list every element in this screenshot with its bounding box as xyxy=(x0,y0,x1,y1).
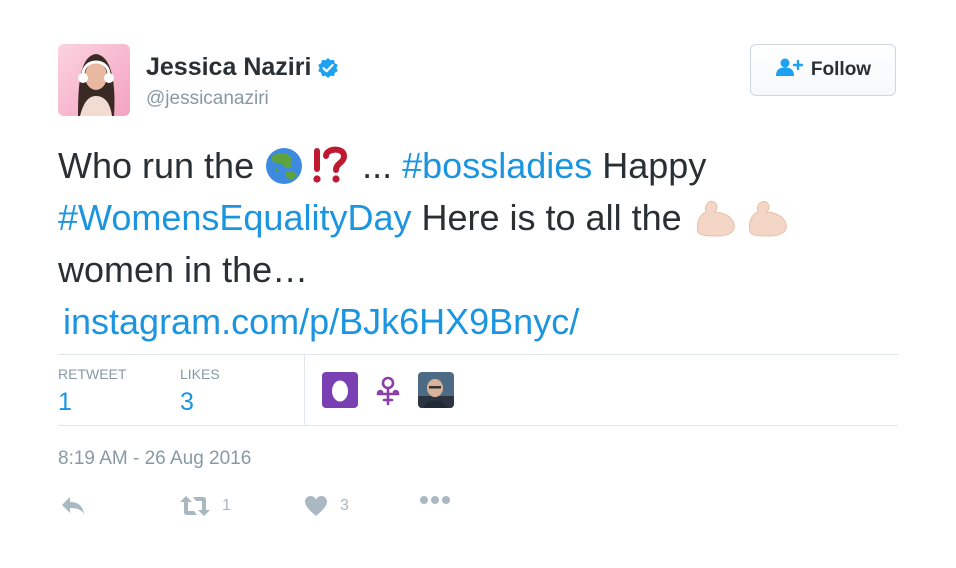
tweet-line-4: instagram.com/p/BJk6HX9Bnyc/ xyxy=(58,296,898,348)
stats-bottom-divider xyxy=(58,425,898,426)
man-photo-avatar[interactable] xyxy=(418,372,454,408)
follow-button[interactable]: Follow xyxy=(750,44,896,96)
stats-top-divider xyxy=(58,354,898,355)
like-action-count: 3 xyxy=(340,497,349,514)
retweet-action-count: 1 xyxy=(222,497,231,514)
tweet-text-segment: ... xyxy=(362,145,403,186)
more-button[interactable] xyxy=(419,495,451,505)
likers-avatars xyxy=(322,372,454,408)
retweet-button[interactable]: 1 xyxy=(180,495,231,517)
follow-button-label: Follow xyxy=(810,59,872,80)
tweet-line-1: Who run the ... #bossladies Happy xyxy=(58,140,898,192)
reply-icon xyxy=(60,495,86,517)
tweet-card: Jessica Naziri @jessicanaziri Follow Who… xyxy=(0,0,956,568)
hashtag-womensequalityday-link[interactable]: #WomensEqualityDay xyxy=(58,197,412,238)
follow-person-plus-icon xyxy=(775,57,804,83)
flexed-biceps-icon xyxy=(692,194,800,252)
instagram-link[interactable]: instagram.com/p/BJk6HX9Bnyc/ xyxy=(63,301,579,342)
retweet-stat[interactable]: RETWEET 1 xyxy=(58,366,126,417)
tweet-line-2: #WomensEqualityDay Here is to all the xyxy=(58,192,898,244)
more-dots-icon xyxy=(419,495,451,505)
user-name[interactable]: Jessica Naziri xyxy=(146,53,339,82)
tweet-text-segment: Here is to all the xyxy=(411,197,692,238)
tweet-timestamp[interactable]: 8:19 AM - 26 Aug 2016 xyxy=(58,448,251,470)
retweet-stat-count: 1 xyxy=(58,388,72,416)
tweet-text-segment: Happy xyxy=(592,145,707,186)
egg-avatar[interactable] xyxy=(322,372,358,408)
stats-vertical-divider xyxy=(304,355,305,425)
user-avatar[interactable] xyxy=(58,44,130,116)
tweet-text: Who run the ... #bossladies Happy #Women… xyxy=(58,140,898,348)
like-button[interactable]: 3 xyxy=(304,495,349,517)
tweet-text-segment: Who run the xyxy=(58,145,265,186)
retweet-stat-label: RETWEET xyxy=(58,366,127,382)
likes-stat[interactable]: LIKES 3 xyxy=(180,366,220,417)
hashtag-bossladies-link[interactable]: #bossladies xyxy=(402,145,592,186)
user-handle[interactable]: @jessicanaziri xyxy=(146,88,269,110)
likes-stat-label: LIKES xyxy=(180,366,220,382)
retweet-icon xyxy=(180,495,210,517)
user-name-text[interactable]: Jessica Naziri xyxy=(146,53,311,82)
reply-button[interactable] xyxy=(60,495,86,517)
tweet-text-segment: women in the… xyxy=(58,249,309,290)
verified-badge-icon xyxy=(317,57,339,79)
likes-stat-count: 3 xyxy=(180,388,194,416)
heart-icon xyxy=(304,495,328,517)
prince-symbol-avatar[interactable] xyxy=(370,372,406,408)
